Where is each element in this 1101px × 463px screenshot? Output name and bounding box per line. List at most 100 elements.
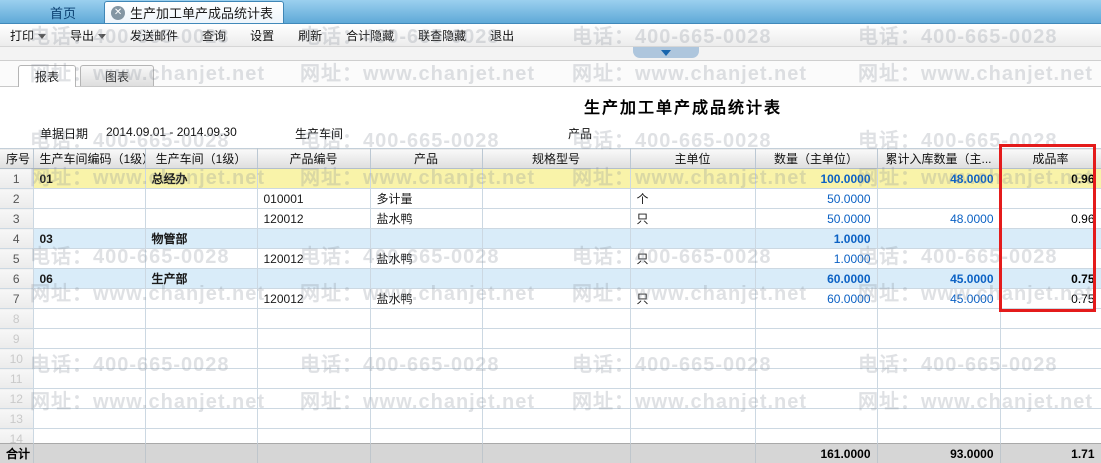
cell-rate[interactable]: 0.75	[1000, 289, 1101, 309]
table-row[interactable]: 3120012盐水鸭只50.000048.00000.96	[0, 209, 1101, 229]
table-row[interactable]: 403物管部1.0000	[0, 229, 1101, 249]
cell-unit[interactable]: 只	[630, 289, 755, 309]
cell-empty[interactable]	[33, 389, 145, 409]
cell-empty[interactable]	[370, 349, 482, 369]
cell-empty[interactable]	[630, 309, 755, 329]
column-header[interactable]: 主单位	[630, 149, 755, 169]
cell-prod[interactable]	[370, 269, 482, 289]
cell-unit[interactable]	[630, 169, 755, 189]
cell-empty[interactable]	[1000, 369, 1101, 389]
cell-cum[interactable]: 48.0000	[877, 209, 1000, 229]
cell-seq[interactable]: 4	[0, 229, 33, 249]
cell-seq[interactable]: 12	[0, 389, 33, 409]
column-header[interactable]: 成品率	[1000, 149, 1101, 169]
column-header[interactable]: 累计入库数量（主...	[877, 149, 1000, 169]
cell-prod_code[interactable]: 120012	[257, 289, 370, 309]
cell-code[interactable]: 06	[33, 269, 145, 289]
cell-empty[interactable]	[257, 409, 370, 429]
cell-empty[interactable]	[755, 329, 877, 349]
cell-rate[interactable]	[1000, 189, 1101, 209]
print-dropdown-caret-icon[interactable]	[38, 34, 46, 39]
cell-empty[interactable]	[755, 309, 877, 329]
cell-code[interactable]	[33, 189, 145, 209]
collapse-panel-handle[interactable]	[633, 47, 699, 58]
cell-unit[interactable]: 个	[630, 189, 755, 209]
cell-empty[interactable]	[755, 409, 877, 429]
cell-empty[interactable]	[370, 409, 482, 429]
table-row[interactable]: 5120012盐水鸭只1.0000	[0, 249, 1101, 269]
cell-seq[interactable]: 13	[0, 409, 33, 429]
cell-qty[interactable]: 60.0000	[755, 289, 877, 309]
cell-empty[interactable]	[755, 349, 877, 369]
column-header[interactable]: 生产车间编码（1级）	[33, 149, 145, 169]
column-header[interactable]: 产品编号	[257, 149, 370, 169]
cell-prod[interactable]: 盐水鸭	[370, 249, 482, 269]
table-row[interactable]: 101总经办100.000048.00000.96	[0, 169, 1101, 189]
cell-empty[interactable]	[370, 329, 482, 349]
cell-empty[interactable]	[482, 369, 630, 389]
cell-code[interactable]: 01	[33, 169, 145, 189]
tab-chart-view[interactable]: 图表	[80, 65, 154, 86]
cell-prod[interactable]: 多计量	[370, 189, 482, 209]
cell-unit[interactable]: 只	[630, 249, 755, 269]
cell-empty[interactable]	[145, 409, 257, 429]
column-header[interactable]: 规格型号	[482, 149, 630, 169]
cell-unit[interactable]	[630, 229, 755, 249]
column-header[interactable]: 生产车间（1级）	[145, 149, 257, 169]
cell-empty[interactable]	[370, 389, 482, 409]
cell-workshop[interactable]: 生产部	[145, 269, 257, 289]
cell-qty[interactable]: 1.0000	[755, 249, 877, 269]
cell-empty[interactable]	[257, 389, 370, 409]
cell-empty[interactable]	[630, 369, 755, 389]
cell-qty[interactable]: 1.0000	[755, 229, 877, 249]
cell-seq[interactable]: 3	[0, 209, 33, 229]
cell-seq[interactable]: 5	[0, 249, 33, 269]
cell-spec[interactable]	[482, 249, 630, 269]
refresh-button[interactable]: 刷新	[286, 24, 334, 46]
cell-prod_code[interactable]: 010001	[257, 189, 370, 209]
query-button[interactable]: 查询	[190, 24, 238, 46]
table-row[interactable]: 7120012盐水鸭只60.000045.00000.75	[0, 289, 1101, 309]
cell-empty[interactable]	[877, 389, 1000, 409]
cell-cum[interactable]	[877, 249, 1000, 269]
cell-rate[interactable]: 0.96	[1000, 209, 1101, 229]
tab-home[interactable]: 首页	[36, 2, 90, 23]
cell-seq[interactable]: 8	[0, 309, 33, 329]
cell-rate[interactable]: 0.96	[1000, 169, 1101, 189]
cell-empty[interactable]	[1000, 389, 1101, 409]
cell-unit[interactable]: 只	[630, 209, 755, 229]
cell-empty[interactable]	[877, 309, 1000, 329]
cell-spec[interactable]	[482, 289, 630, 309]
cell-empty[interactable]	[755, 369, 877, 389]
cell-empty[interactable]	[482, 329, 630, 349]
cell-empty[interactable]	[755, 389, 877, 409]
cell-empty[interactable]	[630, 409, 755, 429]
cell-empty[interactable]	[33, 349, 145, 369]
cell-workshop[interactable]	[145, 189, 257, 209]
cell-unit[interactable]	[630, 269, 755, 289]
cell-empty[interactable]	[33, 309, 145, 329]
cell-empty[interactable]	[630, 329, 755, 349]
cell-cum[interactable]: 45.0000	[877, 289, 1000, 309]
cell-qty[interactable]: 60.0000	[755, 269, 877, 289]
table-row-empty[interactable]: 8	[0, 309, 1101, 329]
cell-cum[interactable]	[877, 229, 1000, 249]
cell-empty[interactable]	[482, 389, 630, 409]
cell-prod[interactable]: 盐水鸭	[370, 289, 482, 309]
cell-empty[interactable]	[877, 349, 1000, 369]
cell-workshop[interactable]: 物管部	[145, 229, 257, 249]
cell-prod_code[interactable]: 120012	[257, 209, 370, 229]
column-header[interactable]: 产品	[370, 149, 482, 169]
column-header[interactable]: 序号	[0, 149, 33, 169]
cell-prod[interactable]: 盐水鸭	[370, 209, 482, 229]
print-button[interactable]: 打印	[0, 24, 58, 46]
cell-empty[interactable]	[482, 309, 630, 329]
hide-drilldown-button[interactable]: 联查隐藏	[406, 24, 478, 46]
cell-rate[interactable]	[1000, 229, 1101, 249]
cell-spec[interactable]	[482, 269, 630, 289]
cell-empty[interactable]	[1000, 409, 1101, 429]
cell-empty[interactable]	[145, 369, 257, 389]
cell-prod[interactable]	[370, 229, 482, 249]
cell-rate[interactable]	[1000, 249, 1101, 269]
cell-empty[interactable]	[257, 349, 370, 369]
